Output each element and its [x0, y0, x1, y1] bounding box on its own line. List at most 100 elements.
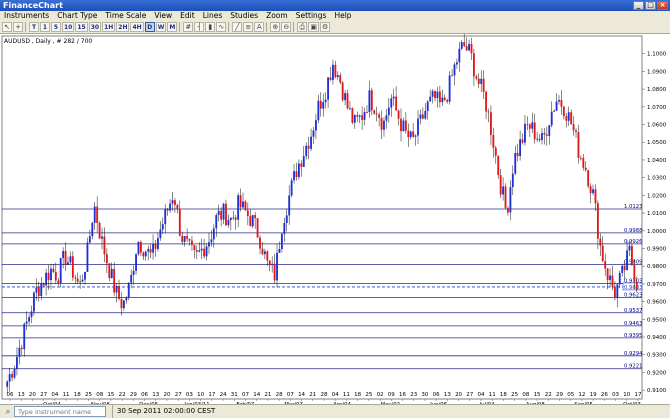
- candle-down: [438, 91, 441, 103]
- level-label: 0.9463: [624, 321, 643, 327]
- menu-lines[interactable]: Lines: [199, 11, 227, 21]
- pointer-icon[interactable]: ↖: [2, 22, 12, 32]
- timeframe-button-w[interactable]: W: [155, 22, 167, 32]
- toolbar-separator: [293, 22, 295, 32]
- menu-settings[interactable]: Settings: [292, 11, 331, 21]
- close-button[interactable]: ×: [657, 1, 668, 10]
- zoom-in-icon[interactable]: ⊕: [270, 22, 281, 32]
- price-chart[interactable]: AUDUSD , Daily , # 282 / 700 1.1000 1.0900…: [0, 34, 670, 408]
- level-label: 0.9395: [624, 333, 643, 339]
- candle-down: [434, 91, 436, 99]
- menu-studies[interactable]: Studies: [226, 11, 262, 21]
- candle-up: [536, 138, 539, 140]
- fibonacci-icon[interactable]: ≡: [243, 22, 254, 32]
- candle-down: [543, 132, 546, 135]
- zoom-out-icon[interactable]: ⊖: [281, 22, 292, 32]
- level-label: 0.9221: [624, 364, 643, 370]
- timeframe-button-1[interactable]: 1: [40, 22, 50, 32]
- line-chart-icon[interactable]: ∿: [216, 22, 227, 32]
- timeframe-button-5[interactable]: 5: [51, 22, 61, 32]
- candle-up: [390, 98, 393, 108]
- timeframe-button-t[interactable]: T: [29, 22, 39, 32]
- save-icon[interactable]: ▣: [308, 22, 319, 32]
- menu-edit[interactable]: Edit: [176, 11, 199, 21]
- candle-down: [261, 248, 264, 255]
- y-tick-label: 1.0200: [647, 193, 667, 199]
- x-day-label: 22: [545, 392, 552, 398]
- candle-down: [482, 78, 485, 92]
- timeframe-button-1h[interactable]: 1H: [102, 22, 116, 32]
- candle-down: [579, 157, 582, 159]
- candle-up: [511, 173, 514, 188]
- candle-up: [183, 236, 186, 242]
- candle-down: [492, 134, 495, 148]
- timeframe-button-m[interactable]: M: [167, 22, 178, 32]
- candlestick-icon[interactable]: ▮: [205, 22, 216, 32]
- x-day-label: 20: [164, 392, 171, 398]
- x-day-label: 02: [377, 392, 384, 398]
- menu-time-scale[interactable]: Time Scale: [101, 11, 150, 21]
- candle-up: [314, 120, 317, 131]
- candle-down: [47, 272, 50, 281]
- candle-up: [455, 62, 458, 65]
- candle-up: [101, 236, 103, 239]
- candle-up: [50, 268, 52, 281]
- trendline-icon[interactable]: ╱: [232, 22, 243, 32]
- menu-instruments[interactable]: Instruments: [0, 11, 53, 21]
- x-day-label: 29: [130, 392, 137, 398]
- minimize-button[interactable]: _: [633, 1, 644, 10]
- chart-area[interactable]: AUDUSD , Daily , # 282 / 700 1.1000 1.0900…: [0, 34, 670, 408]
- bar-chart-icon[interactable]: ┤: [194, 22, 205, 32]
- print-icon[interactable]: ⎙: [297, 22, 308, 32]
- candle-down: [256, 218, 259, 238]
- timeframe-button-2h[interactable]: 2H: [116, 22, 130, 32]
- candle-down: [373, 110, 376, 114]
- candle-down: [246, 210, 249, 216]
- candle-up: [263, 251, 266, 255]
- y-tick-label: 1.1000: [647, 52, 667, 58]
- menu-chart-type[interactable]: Chart Type: [53, 11, 101, 21]
- candle-down: [421, 114, 424, 119]
- timeframe-button-d[interactable]: D: [144, 22, 155, 32]
- x-day-label: 23: [410, 392, 417, 398]
- timeframe-button-15[interactable]: 15: [75, 22, 88, 32]
- candle-down: [521, 139, 524, 143]
- candle-up: [210, 239, 213, 243]
- crosshair-icon[interactable]: +: [13, 22, 23, 32]
- candle-up: [217, 210, 220, 216]
- maximize-button[interactable]: □: [645, 1, 656, 10]
- x-day-label: 20: [455, 392, 462, 398]
- candle-down: [307, 145, 310, 149]
- candle-down: [266, 251, 269, 261]
- menu-zoom[interactable]: Zoom: [262, 11, 292, 21]
- menu-view[interactable]: View: [150, 11, 176, 21]
- x-day-label: 31: [231, 392, 238, 398]
- candle-up: [208, 242, 210, 247]
- candle-up: [448, 75, 451, 102]
- search-icon[interactable]: ⌕: [3, 406, 13, 417]
- timeframe-button-10[interactable]: 10: [62, 22, 75, 32]
- timeframe-button-30[interactable]: 30: [88, 22, 102, 32]
- toolbar-separator: [25, 22, 27, 32]
- instrument-search-input[interactable]: [14, 406, 106, 417]
- hash-icon[interactable]: #: [183, 22, 194, 32]
- candle-up: [229, 217, 232, 221]
- candle-up: [383, 120, 385, 130]
- candle-up: [159, 229, 162, 239]
- x-day-label: 15: [534, 392, 541, 398]
- candle-up: [13, 368, 16, 378]
- candle-up: [431, 91, 434, 97]
- candle-up: [550, 111, 553, 126]
- text-icon[interactable]: A: [254, 22, 265, 32]
- candle-up: [147, 248, 150, 252]
- candle-up: [115, 286, 118, 293]
- timeframe-button-4h[interactable]: 4H: [130, 22, 144, 32]
- candle-up: [524, 123, 526, 143]
- menu-help[interactable]: Help: [330, 11, 355, 21]
- menu-bar: Instruments Chart Type Time Scale View Edit L…: [0, 11, 670, 21]
- candle-up: [402, 120, 405, 132]
- y-tick-label: 1.0800: [647, 87, 667, 93]
- settings-icon[interactable]: ⚙: [319, 22, 331, 32]
- candle-up: [18, 347, 21, 357]
- candle-up: [509, 187, 512, 213]
